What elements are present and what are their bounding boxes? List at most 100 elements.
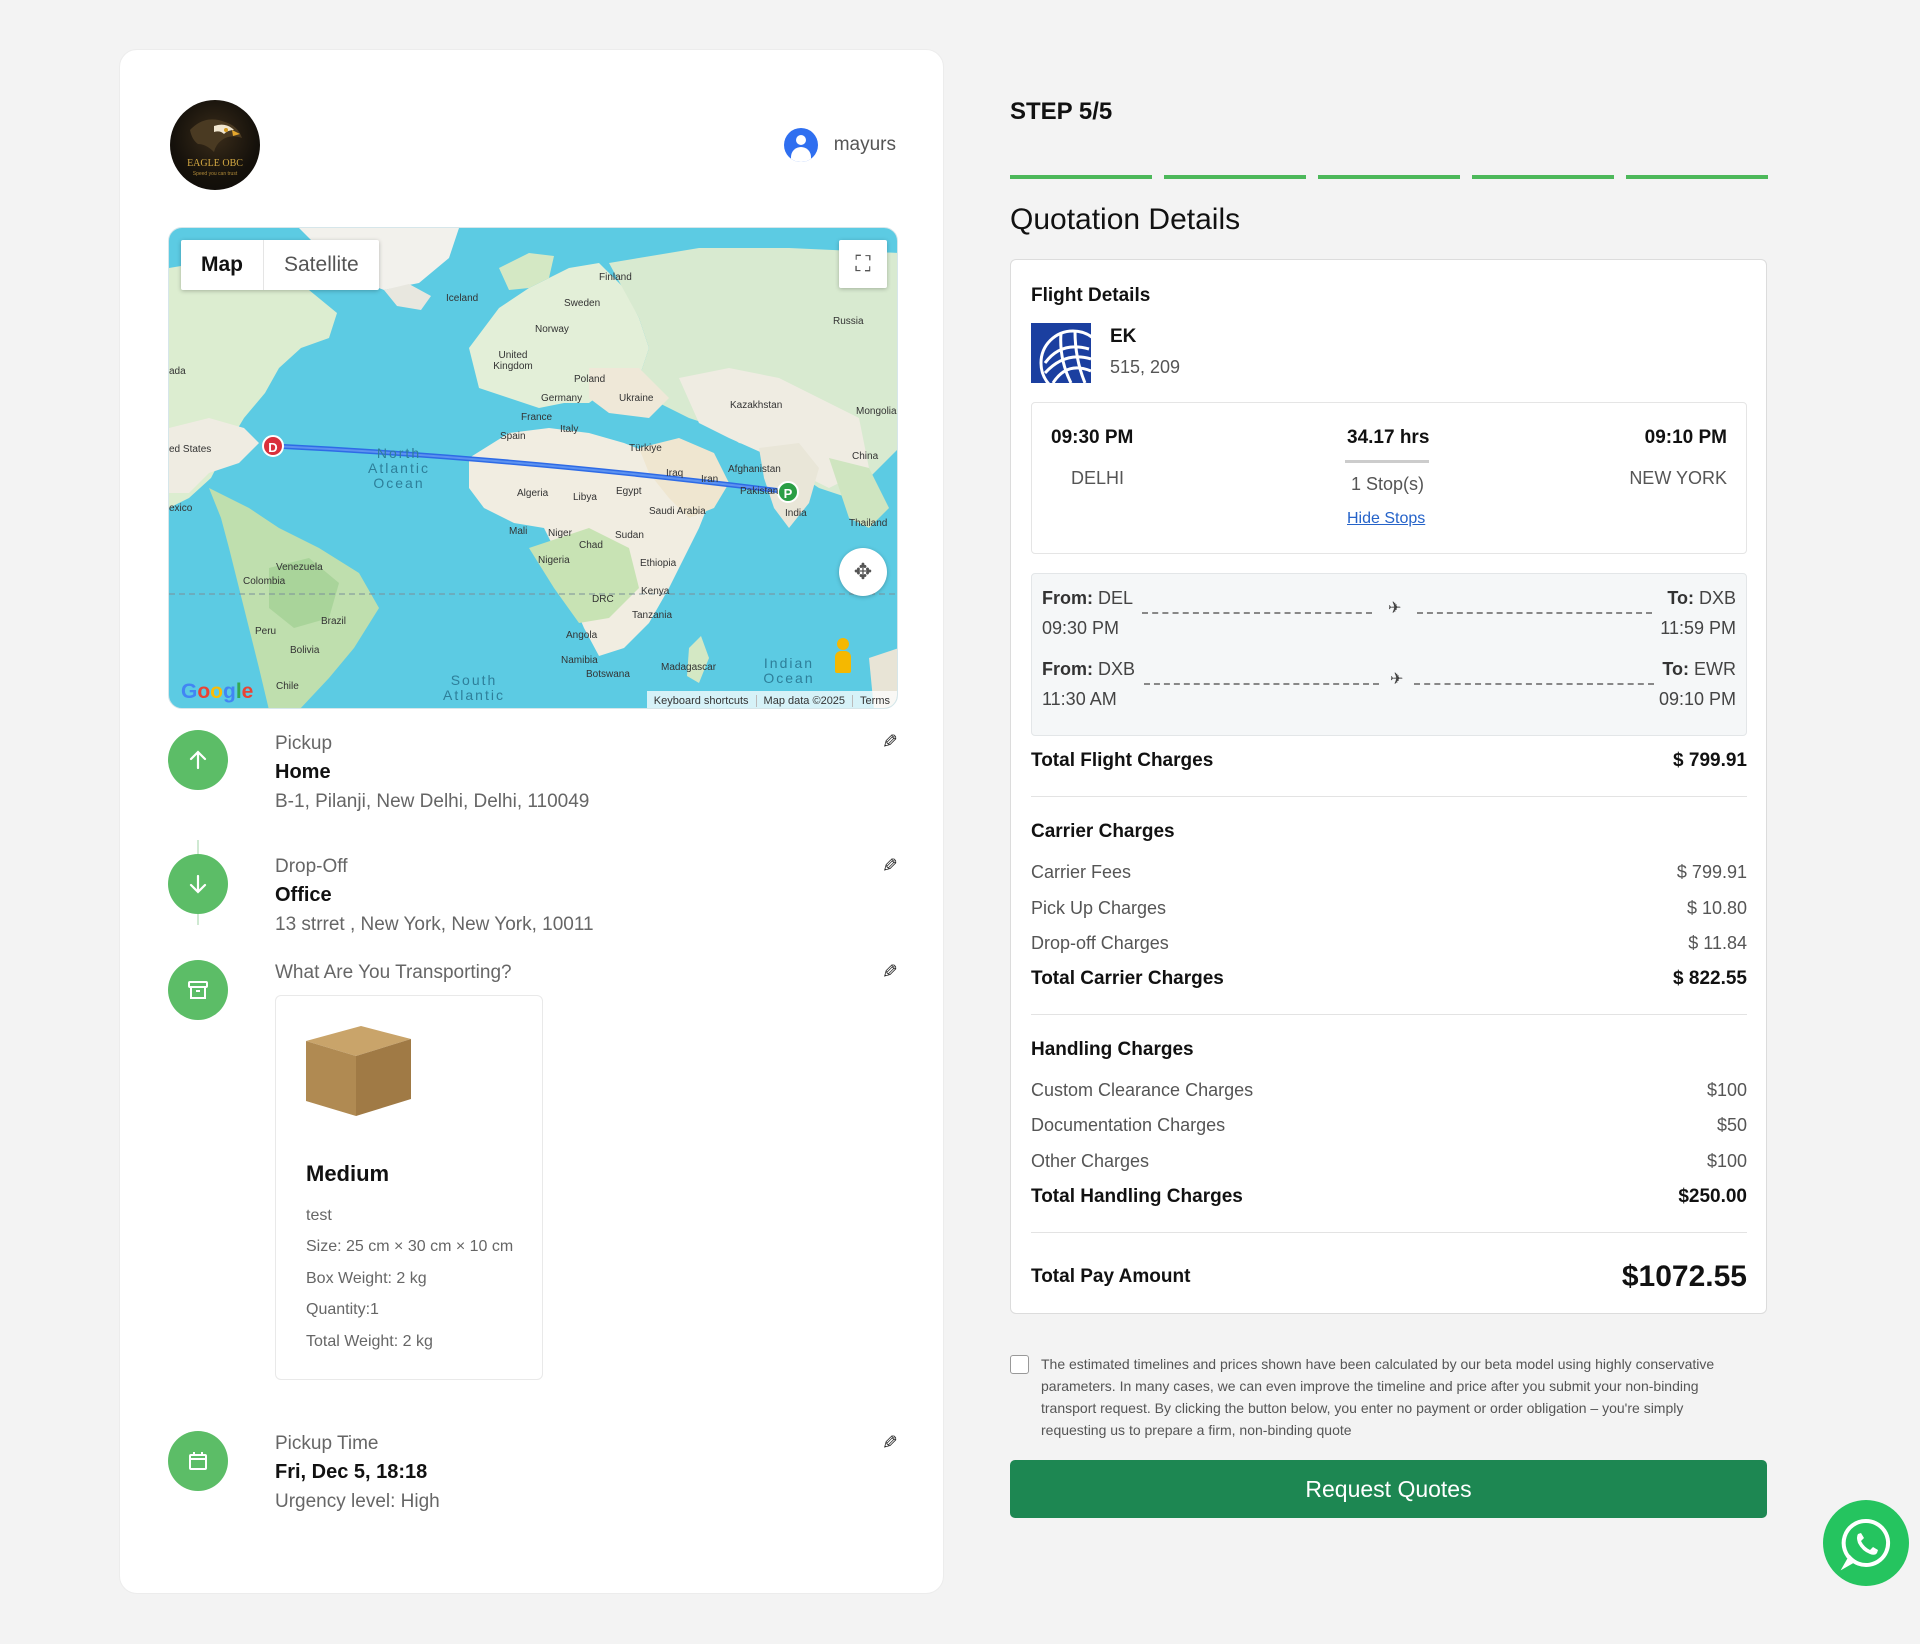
row-label: Total Flight Charges	[1031, 750, 1214, 771]
map-label: Venezuela	[276, 562, 323, 573]
leg-to-code: DXB	[1698, 588, 1736, 608]
map-label: Iran	[701, 474, 719, 485]
pickup-arrow-up-icon	[168, 730, 228, 790]
charge-row: Other Charges $100	[1031, 1151, 1747, 1172]
plane-icon: ✈	[1390, 671, 1404, 688]
map-label: Afghanistan	[728, 464, 781, 475]
map-label: Algeria	[517, 488, 549, 499]
leg-to: To: EWR	[1662, 659, 1736, 680]
leg-from: From: DXB	[1042, 659, 1135, 680]
row-label: Pick Up Charges	[1031, 898, 1167, 918]
map-label: Chile	[276, 681, 299, 692]
destination-pin[interactable]: P	[777, 481, 799, 503]
package-archive-icon	[168, 960, 228, 1020]
edit-transport-pencil-icon[interactable]: ✎	[882, 961, 898, 984]
package-quantity: Quantity:1	[306, 1301, 379, 1318]
total-pay-row: Total Pay Amount $1072.55	[1031, 1260, 1747, 1294]
map-label: Bolivia	[290, 645, 320, 656]
charge-row: Custom Clearance Charges $100	[1031, 1080, 1747, 1101]
row-value: $100	[1706, 1151, 1747, 1171]
departure-time: 09:30 PM	[1051, 427, 1134, 448]
transport-label: What Are You Transporting?	[275, 962, 512, 983]
disclaimer: The estimated timelines and prices shown…	[1010, 1353, 1730, 1441]
whatsapp-icon[interactable]	[1823, 1500, 1909, 1586]
map-label: Libya	[573, 492, 597, 503]
map-label: Italy	[560, 424, 579, 435]
package-card[interactable]: Medium test Size: 25 cm × 30 cm × 10 cm …	[275, 995, 543, 1380]
origin-pin[interactable]: D	[262, 435, 284, 457]
fullscreen-icon[interactable]: ⛶	[839, 240, 887, 288]
username: mayurs	[833, 134, 896, 155]
request-quotes-button[interactable]: Request Quotes	[1010, 1460, 1767, 1518]
map-label: Ukraine	[619, 393, 654, 404]
dropoff-label: Drop-Off	[275, 856, 348, 877]
eagle-logo[interactable]: EAGLE OBC Speed you can trust	[170, 100, 260, 190]
map-label: Kenya	[641, 586, 670, 597]
keyboard-shortcuts-link[interactable]: Keyboard shortcuts	[647, 695, 756, 707]
charge-row: Documentation Charges $50	[1031, 1115, 1747, 1136]
google-logo[interactable]: Google	[181, 680, 253, 704]
map-toggle-satellite[interactable]: Satellite	[264, 240, 379, 290]
agree-checkbox[interactable]	[1010, 1355, 1029, 1374]
map-label: Iceland	[446, 293, 479, 304]
row-value: $ 11.84	[1688, 933, 1747, 953]
leg-from-label: From:	[1042, 659, 1093, 679]
edit-dropoff-pencil-icon[interactable]: ✎	[882, 855, 898, 878]
row-label: Custom Clearance Charges	[1031, 1080, 1254, 1100]
cardboard-box-icon	[306, 1026, 411, 1116]
map-label: India	[785, 508, 807, 519]
pickup-label: Pickup	[275, 733, 333, 754]
row-value: $50	[1716, 1115, 1747, 1135]
package-size: Size: 25 cm × 30 cm × 10 cm	[306, 1238, 514, 1255]
ocean-label: Indian Ocean	[763, 655, 815, 686]
row-value: $ 799.91	[1673, 750, 1747, 771]
leg-to: To: DXB	[1667, 588, 1736, 609]
map-label: Pakistan	[740, 486, 779, 497]
package-total-weight: Total Weight: 2 kg	[306, 1333, 433, 1350]
map-label: ed States	[169, 444, 212, 455]
leg-to-label: To:	[1667, 588, 1694, 608]
airline-globe-logo	[1031, 323, 1091, 383]
row-value: $100	[1706, 1080, 1747, 1100]
leg-to-code: EWR	[1694, 659, 1736, 679]
charge-row: Carrier Fees $ 799.91	[1031, 862, 1747, 883]
edit-pickup-pencil-icon[interactable]: ✎	[882, 731, 898, 754]
route-map[interactable]: D P Map Satellite ⛶ ✥ Iceland Finland Sw…	[168, 227, 898, 709]
total-carrier-charges-row: Total Carrier Charges $ 822.55	[1031, 968, 1747, 990]
camera-control-icon[interactable]: ✥	[839, 548, 887, 596]
ocean-label: North Atlantic Ocean	[368, 445, 430, 491]
map-type-toggle[interactable]: Map Satellite	[181, 240, 379, 290]
row-label: Documentation Charges	[1031, 1115, 1226, 1135]
edit-pickup-time-pencil-icon[interactable]: ✎	[882, 1432, 898, 1455]
divider	[1031, 1232, 1747, 1233]
map-label: Colombia	[243, 576, 286, 587]
hide-stops-link[interactable]: Hide Stops	[1347, 510, 1425, 528]
map-label: Spain	[500, 431, 526, 442]
map-label: Egypt	[616, 486, 642, 497]
leg-dash	[1414, 683, 1654, 685]
leg-dash	[1417, 612, 1652, 614]
arrival-time: 09:10 PM	[1644, 427, 1727, 448]
progress-segment	[1318, 175, 1460, 179]
leg-to-label: To:	[1662, 659, 1689, 679]
total-flight-charges-row: Total Flight Charges $ 799.91	[1031, 750, 1747, 772]
pickup-time-label: Pickup Time	[275, 1433, 379, 1454]
map-label: Ethiopia	[640, 558, 677, 569]
pegman-icon[interactable]	[834, 638, 852, 674]
user-avatar-icon	[783, 128, 818, 162]
leg-from: From: DEL	[1042, 588, 1133, 609]
dropoff-address: 13 strret , New York, New York, 10011	[275, 914, 594, 935]
map-footer: Keyboard shortcuts Map data ©2025 Terms	[646, 691, 897, 708]
terms-link[interactable]: Terms	[852, 694, 897, 707]
quotation-title: Quotation Details	[1010, 203, 1241, 236]
step-indicator: STEP 5/5	[1010, 98, 1113, 125]
map-label: Thailand	[849, 518, 888, 529]
map-label: ada	[169, 366, 186, 377]
leg-departure-time: 11:30 AM	[1042, 689, 1117, 709]
map-label: Sudan	[615, 530, 644, 541]
map-toggle-map[interactable]: Map	[181, 240, 264, 290]
user-menu[interactable]: mayurs	[783, 128, 896, 162]
charge-row: Drop-off Charges $ 11.84	[1031, 933, 1747, 954]
map-label: exico	[169, 503, 193, 514]
flight-details-label: Flight Details	[1031, 285, 1151, 306]
